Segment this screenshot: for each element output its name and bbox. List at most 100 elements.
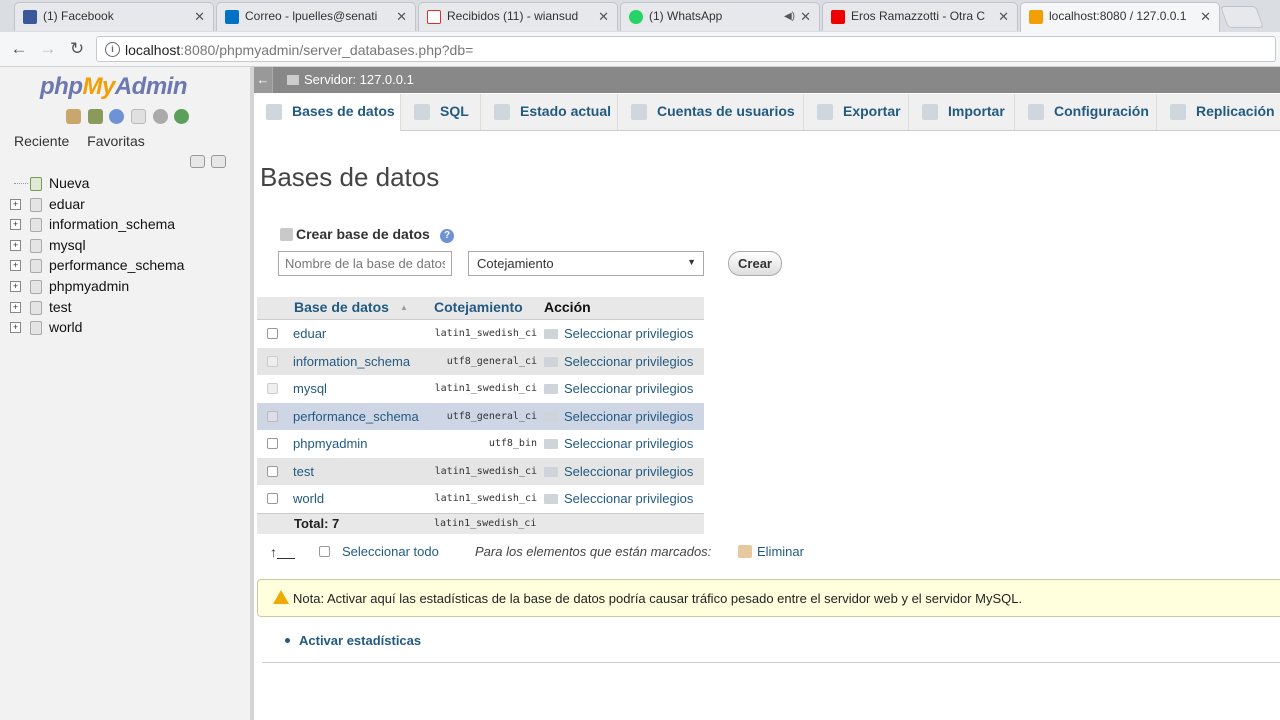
tab-youtube[interactable]: Eros Ramazzotti - Otra C ✕ [822, 2, 1018, 31]
link-icon[interactable] [210, 155, 226, 168]
refresh-icon[interactable] [174, 109, 190, 124]
row-checkbox[interactable] [267, 465, 278, 477]
privileges-link[interactable]: Seleccionar privilegios [544, 409, 693, 424]
tab-outlook[interactable]: Correo - lpuelles@senati ✕ [216, 2, 416, 31]
new-tab-button[interactable] [1219, 6, 1265, 28]
close-icon[interactable]: ✕ [194, 3, 205, 30]
nav-resize-handle[interactable] [250, 67, 254, 720]
table-row: information_schema utf8_general_ci Selec… [257, 347, 704, 375]
url-text: localhost:8080/phpmyadmin/server_databas… [125, 42, 474, 58]
tab-gmail[interactable]: Recibidos (11) - wiansud ✕ [418, 2, 618, 31]
expand-icon[interactable]: + [10, 280, 21, 292]
expand-icon[interactable]: + [10, 198, 21, 210]
delete-button[interactable]: Eliminar [738, 544, 804, 559]
privileges-link[interactable]: Seleccionar privilegios [544, 491, 693, 506]
expand-icon[interactable]: + [10, 239, 21, 251]
tree-label[interactable]: information_schema [49, 214, 175, 234]
reload-icon[interactable]: ↻ [66, 38, 88, 60]
tree-label[interactable]: eduar [49, 194, 85, 214]
back-icon[interactable]: ← [8, 38, 30, 60]
row-checkbox [267, 383, 278, 394]
database-name-input[interactable] [278, 251, 452, 276]
users-icon [631, 104, 647, 120]
forward-icon[interactable]: → [37, 38, 59, 60]
recent-link[interactable]: Reciente [14, 133, 69, 149]
tab-user-accounts[interactable]: Cuentas de usuarios [619, 94, 804, 130]
privileges-link[interactable]: Seleccionar privilegios [544, 354, 693, 369]
youtube-icon [831, 10, 845, 24]
column-header-database[interactable]: Base de datos [294, 299, 389, 315]
tree-label[interactable]: Nueva [49, 173, 89, 193]
create-button[interactable]: Crear [728, 251, 782, 276]
database-icon [30, 238, 42, 253]
expand-icon[interactable]: + [10, 219, 21, 231]
docs-icon[interactable] [130, 109, 146, 124]
database-link[interactable]: mysql [293, 381, 327, 396]
table-header: Base de datos ▲ Cotejamiento Acción [257, 297, 704, 320]
info-icon[interactable]: i [105, 42, 120, 57]
column-header-collation[interactable]: Cotejamiento [434, 299, 523, 315]
database-link[interactable]: eduar [293, 326, 326, 341]
chevron-down-icon: ▼ [687, 257, 696, 267]
close-icon[interactable]: ✕ [800, 3, 811, 30]
privileges-link[interactable]: Seleccionar privilegios [544, 381, 693, 396]
tree-label[interactable]: mysql [49, 235, 86, 255]
row-checkbox[interactable] [267, 493, 278, 504]
row-checkbox[interactable] [267, 438, 278, 449]
tab-title: Eros Ramazzotti - Otra C [851, 9, 986, 23]
phpmyadmin-logo[interactable]: phpMyAdmin [40, 73, 188, 101]
tree-label[interactable]: phpmyadmin [49, 276, 129, 296]
databases-table: Base de datos ▲ Cotejamiento Acción edua… [257, 297, 704, 534]
gear-icon[interactable] [152, 109, 168, 124]
tab-settings[interactable]: Configuración [1016, 94, 1157, 130]
tab-facebook[interactable]: (1) Facebook ✕ [14, 2, 214, 31]
tab-whatsapp[interactable]: (1) WhatsApp ◀) ✕ [620, 2, 820, 31]
expand-icon[interactable]: + [10, 260, 21, 272]
collapse-nav-icon[interactable]: ← [254, 67, 273, 93]
home-icon[interactable] [66, 109, 81, 124]
expand-icon[interactable]: + [10, 322, 21, 334]
close-icon[interactable]: ✕ [998, 3, 1009, 30]
tab-import[interactable]: Importar [910, 94, 1015, 130]
tab-phpmyadmin[interactable]: localhost:8080 / 127.0.0.1 ✕ [1020, 2, 1220, 32]
tree-label[interactable]: world [49, 317, 82, 337]
enable-statistics-link[interactable]: Activar estadísticas [285, 633, 421, 648]
collation-select[interactable]: Cotejamiento ▼ [468, 251, 704, 276]
close-icon[interactable]: ✕ [396, 3, 407, 30]
privileges-link[interactable]: Seleccionar privilegios [544, 436, 693, 451]
page-title: Bases de datos [260, 162, 440, 192]
database-link[interactable]: performance_schema [293, 409, 419, 424]
with-selected-label: Para los elementos que están marcados: [475, 544, 712, 559]
help-icon[interactable]: ? [440, 229, 454, 243]
privileges-link[interactable]: Seleccionar privilegios [544, 464, 693, 479]
address-bar[interactable]: i localhost:8080/phpmyadmin/server_datab… [96, 36, 1276, 62]
expand-icon[interactable]: + [10, 301, 21, 313]
collation-value: latin1_swedish_ci [434, 465, 537, 477]
tab-status[interactable]: Estado actual [482, 94, 618, 130]
sort-asc-icon[interactable]: ▲ [400, 303, 408, 312]
collapse-all-icon[interactable] [190, 155, 205, 168]
favorites-link[interactable]: Favoritas [87, 133, 145, 149]
database-link[interactable]: test [293, 464, 314, 479]
select-all-checkbox[interactable] [319, 546, 330, 557]
server-label[interactable]: Servidor: 127.0.0.1 [304, 72, 414, 87]
privileges-link[interactable]: Seleccionar privilegios [544, 326, 693, 341]
tab-sql[interactable]: SQL [402, 94, 481, 130]
close-icon[interactable]: ✕ [598, 3, 609, 30]
database-link[interactable]: phpmyadmin [293, 436, 367, 451]
tab-databases[interactable]: Bases de datos [254, 94, 401, 131]
total-collation: latin1_swedish_ci [434, 517, 537, 529]
database-link[interactable]: information_schema [293, 354, 410, 369]
close-icon[interactable]: ✕ [1200, 3, 1211, 30]
logout-icon[interactable] [87, 109, 103, 124]
tab-replication[interactable]: Replicación [1158, 94, 1280, 130]
tree-label[interactable]: test [49, 297, 72, 317]
tree-label[interactable]: performance_schema [49, 255, 184, 275]
database-link[interactable]: world [293, 491, 324, 506]
privileges-icon [544, 356, 558, 367]
row-checkbox[interactable] [267, 328, 278, 339]
help-icon[interactable] [109, 109, 125, 124]
select-all-label[interactable]: Seleccionar todo [342, 544, 439, 559]
tab-export[interactable]: Exportar [805, 94, 909, 130]
speaker-icon[interactable]: ◀) [784, 3, 795, 30]
